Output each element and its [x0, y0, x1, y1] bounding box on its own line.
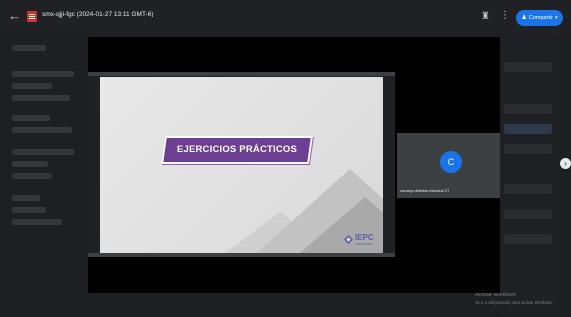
sidebar-placeholder	[12, 127, 72, 133]
share-label: Compartir	[528, 15, 554, 21]
file-row	[504, 124, 552, 134]
add-person-icon[interactable]: ♜	[481, 11, 490, 22]
sidebar-placeholder	[12, 219, 62, 225]
share-button[interactable]: ♟ Compartir ▾	[516, 10, 563, 26]
presentation-slide: EJERCICIOS PRÁCTICOS IEPC GUERRERO	[100, 77, 383, 253]
logo-text: IEPC	[355, 233, 374, 242]
sidebar-placeholder	[12, 149, 74, 155]
file-row	[504, 62, 552, 72]
document-title: smx-qjji-fgc (2024-01-27 13:11 GMT-6)	[42, 11, 154, 18]
shared-screen: EJERCICIOS PRÁCTICOS IEPC GUERRERO	[88, 72, 395, 257]
sidebar-placeholder	[12, 45, 46, 51]
sidebar-placeholder	[12, 83, 52, 89]
participant-tile: C consejo distrital electoral 27	[397, 133, 500, 198]
windows-activation-watermark: Activar Windows Ve a Configuración para …	[475, 292, 553, 306]
people-icon: ♟	[521, 15, 527, 21]
video-player[interactable]: EJERCICIOS PRÁCTICOS IEPC GUERRERO C con…	[88, 37, 500, 293]
avatar: C	[440, 151, 462, 173]
slide-title: EJERCICIOS PRÁCTICOS	[176, 144, 298, 155]
screen-bottom-strip	[88, 253, 395, 257]
preview-top-bar: ← smx-qjji-fgc (2024-01-27 13:11 GMT-6) …	[0, 0, 571, 34]
more-vertical-icon[interactable]: ⋮	[500, 10, 510, 22]
sidebar-placeholder	[12, 115, 50, 121]
screen-top-strip	[88, 72, 395, 76]
file-row	[504, 184, 552, 194]
sidebar-placeholder	[12, 71, 74, 77]
file-row	[504, 144, 552, 154]
iepc-logo-icon	[344, 235, 353, 244]
arrow-left-icon[interactable]: ←	[8, 9, 22, 23]
caret-down-icon: ▾	[555, 15, 558, 21]
drive-file-list	[500, 34, 558, 317]
sidebar-placeholder	[12, 173, 52, 179]
logo-subtext: GUERRERO	[355, 242, 373, 246]
sidebar-placeholder	[12, 207, 46, 213]
file-row	[504, 209, 552, 219]
file-row	[504, 234, 552, 244]
sidebar-placeholder	[12, 95, 70, 101]
sidebar-placeholder	[12, 161, 48, 167]
video-file-icon	[27, 11, 37, 22]
participant-name: consejo distrital electoral 27	[400, 188, 450, 193]
file-row	[504, 104, 552, 114]
sidebar-placeholder	[12, 195, 40, 201]
watermark-subtitle: Ve a Configuración para activar Windows.	[475, 300, 553, 305]
watermark-title: Activar Windows	[475, 292, 516, 298]
next-file-button[interactable]: ›	[560, 158, 571, 169]
